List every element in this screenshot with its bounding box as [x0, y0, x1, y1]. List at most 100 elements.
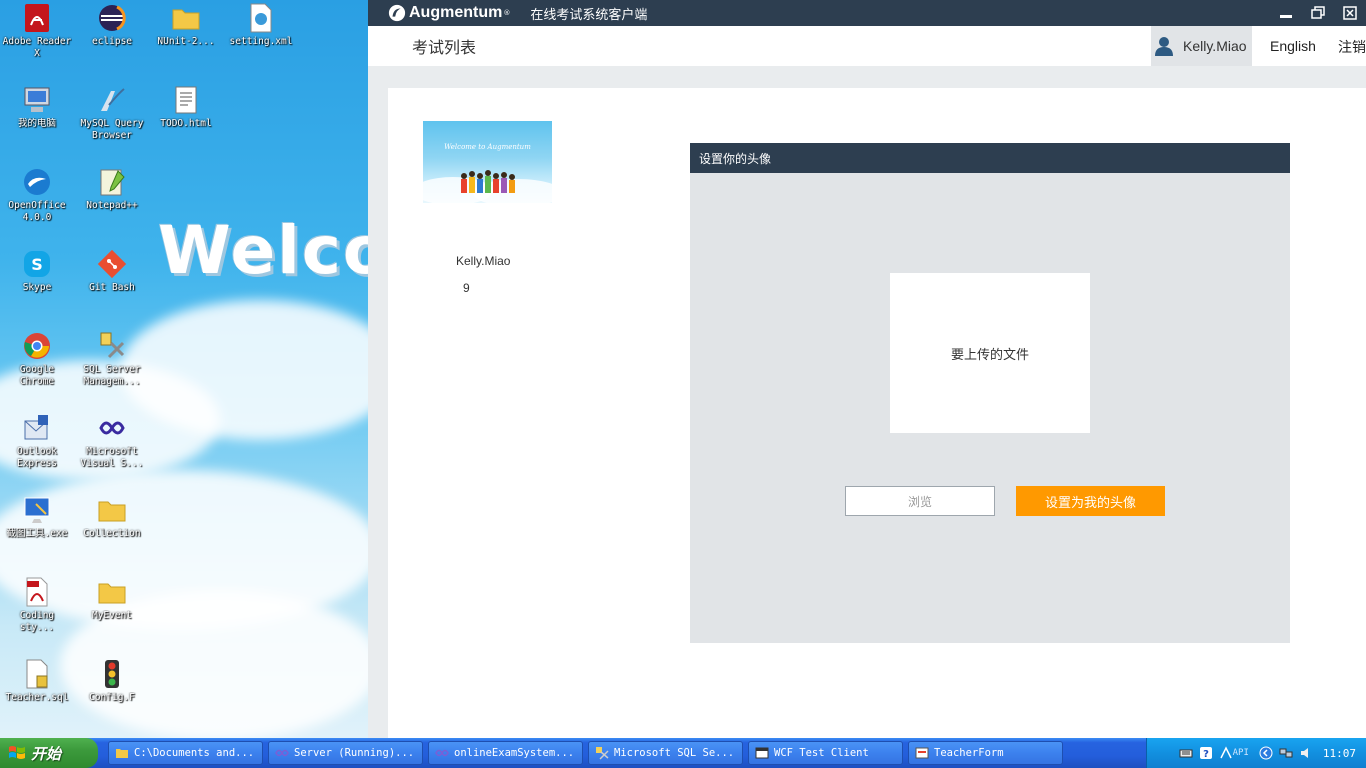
brand-name: Augmentum [409, 4, 503, 21]
taskbar-item-label: onlineExamSystem... [454, 747, 575, 759]
start-button[interactable]: 开始 [0, 738, 98, 768]
screenshot-tool-icon [21, 494, 53, 526]
welcome-illustration [423, 170, 552, 203]
desktop-icon-outlook-express[interactable]: Outlook Express [2, 412, 72, 470]
close-button[interactable] [1334, 0, 1366, 26]
set-avatar-button[interactable]: 设置为我的头像 [1016, 486, 1165, 516]
mysql-icon [96, 84, 128, 116]
pdf-icon [21, 2, 53, 34]
network-icon[interactable] [1279, 746, 1293, 760]
taskbar: 开始 C:\Documents and... Server (Running).… [0, 738, 1366, 768]
visual-studio-icon [435, 749, 449, 757]
desktop-icon-coding-style[interactable]: Coding sty... [2, 576, 72, 634]
user-menu[interactable]: Kelly.Miao [1151, 26, 1252, 66]
taskbar-item-server[interactable]: Server (Running)... [268, 741, 423, 765]
avatar-dialog: 设置你的头像 要上传的文件 浏览 设置为我的头像 [690, 143, 1290, 643]
traffic-light-icon [96, 658, 128, 690]
visual-studio-icon [96, 412, 128, 444]
html-file-icon [170, 84, 202, 116]
taskbar-item-label: WCF Test Client [774, 747, 869, 759]
dialog-title: 设置你的头像 [690, 143, 1290, 173]
desktop-icon-my-computer[interactable]: 我的电脑 [2, 84, 72, 130]
desktop-icon-myevent[interactable]: MyEvent [77, 576, 147, 622]
main-content: Welcome to Augmentum Kelly.Miao 9 设置你的头像… [388, 88, 1366, 738]
desktop-icon-adobe-reader[interactable]: Adobe Reader X [2, 2, 72, 60]
windows-logo-icon [9, 746, 25, 759]
upload-area[interactable]: 要上传的文件 [890, 273, 1090, 433]
language-switch[interactable]: English [1270, 38, 1316, 54]
minimize-icon [1280, 15, 1292, 18]
wallpaper-text: Welco [158, 212, 368, 289]
visual-studio-icon [275, 749, 289, 757]
brand-trademark: ® [503, 9, 511, 17]
nav-bar: 考试列表 Kelly.Miao English 注销 [368, 26, 1366, 66]
desktop-icon-google-chrome[interactable]: Google Chrome [2, 330, 72, 388]
desktop-icon-screenshot-tool[interactable]: 截图工具.exe [2, 494, 72, 540]
window-controls [1270, 0, 1366, 26]
chrome-icon [21, 330, 53, 362]
form-icon [915, 747, 929, 759]
openoffice-icon [21, 166, 53, 198]
restore-button[interactable] [1302, 0, 1334, 26]
volume-icon[interactable] [1299, 746, 1313, 760]
my-computer-icon [21, 84, 53, 116]
input-method-icon[interactable] [1219, 746, 1233, 760]
system-tray: ? API 11:07 [1146, 738, 1366, 768]
taskbar-item-wcf-test-client[interactable]: WCF Test Client [748, 741, 903, 765]
folder-icon [96, 576, 128, 608]
user-icon [1155, 37, 1173, 56]
desktop: Welco Adobe Reader X eclipse NUnit-2... … [0, 0, 368, 738]
taskbar-item-explorer[interactable]: C:\Documents and... [108, 741, 263, 765]
keyboard-icon[interactable] [1179, 746, 1193, 760]
desktop-icon-git-bash[interactable]: Git Bash [77, 248, 147, 294]
tray-api-label: API [1232, 748, 1249, 758]
desktop-icon-nunit[interactable]: NUnit-2... [151, 2, 221, 48]
restore-icon [1311, 6, 1325, 19]
taskbar-item-online-exam-system[interactable]: onlineExamSystem... [428, 741, 583, 765]
logout-link[interactable]: 注销 [1338, 37, 1366, 57]
git-icon [96, 248, 128, 280]
taskbar-item-label: C:\Documents and... [134, 747, 255, 759]
profile-picture[interactable]: Welcome to Augmentum [423, 121, 552, 203]
skype-icon: S [21, 248, 53, 280]
window-icon [755, 747, 769, 759]
nav-exam-list[interactable]: 考试列表 [412, 34, 476, 58]
sql-server-icon [96, 330, 128, 362]
desktop-icon-eclipse[interactable]: eclipse [77, 2, 147, 48]
start-label: 开始 [31, 744, 62, 763]
taskbar-item-label: Server (Running)... [294, 747, 415, 759]
desktop-icon-skype[interactable]: S Skype [2, 248, 72, 294]
folder-icon [96, 494, 128, 526]
outlook-icon [21, 412, 53, 444]
desktop-icon-config[interactable]: Config.F [77, 658, 147, 704]
profile-exam-count: 9 [463, 281, 470, 295]
taskbar-item-sql-server[interactable]: Microsoft SQL Se... [588, 741, 743, 765]
sql-server-icon [596, 747, 609, 760]
user-name: Kelly.Miao [1183, 38, 1247, 54]
app-title: 在线考试系统客户端 [530, 7, 648, 23]
desktop-icon-setting-xml[interactable]: setting.xml [226, 2, 296, 48]
desktop-icon-notepadpp[interactable]: Notepad++ [77, 166, 147, 212]
taskbar-item-label: Microsoft SQL Se... [614, 747, 735, 759]
pdf-icon [21, 576, 53, 608]
taskbar-item-teacher-form[interactable]: TeacherForm [908, 741, 1063, 765]
folder-icon [116, 749, 128, 758]
desktop-icon-mysql-query-browser[interactable]: MySQL Query Browser [77, 84, 147, 142]
desktop-icon-teacher-sql[interactable]: Teacher.sql [2, 658, 72, 704]
title-bar[interactable]: Augmentum ® 在线考试系统客户端 [368, 0, 1366, 26]
help-icon[interactable]: ? [1199, 746, 1213, 760]
back-arrow-icon[interactable] [1259, 746, 1273, 760]
folder-icon [170, 2, 202, 34]
desktop-icon-collection[interactable]: Collection [77, 494, 147, 540]
sql-file-icon [21, 658, 53, 690]
desktop-icon-todo-html[interactable]: TODO.html [151, 84, 221, 130]
clock[interactable]: 11:07 [1323, 747, 1356, 760]
desktop-icon-visual-studio[interactable]: Microsoft Visual S... [77, 412, 147, 470]
desktop-icon-openoffice[interactable]: OpenOffice 4.0.0 [2, 166, 72, 224]
desktop-icon-sql-server-management[interactable]: SQL Server Managem... [77, 330, 147, 388]
minimize-button[interactable] [1270, 0, 1302, 26]
browse-button[interactable]: 浏览 [845, 486, 995, 516]
svg-text:?: ? [1203, 749, 1209, 760]
svg-text:S: S [31, 255, 43, 274]
taskbar-item-label: TeacherForm [934, 747, 1004, 759]
